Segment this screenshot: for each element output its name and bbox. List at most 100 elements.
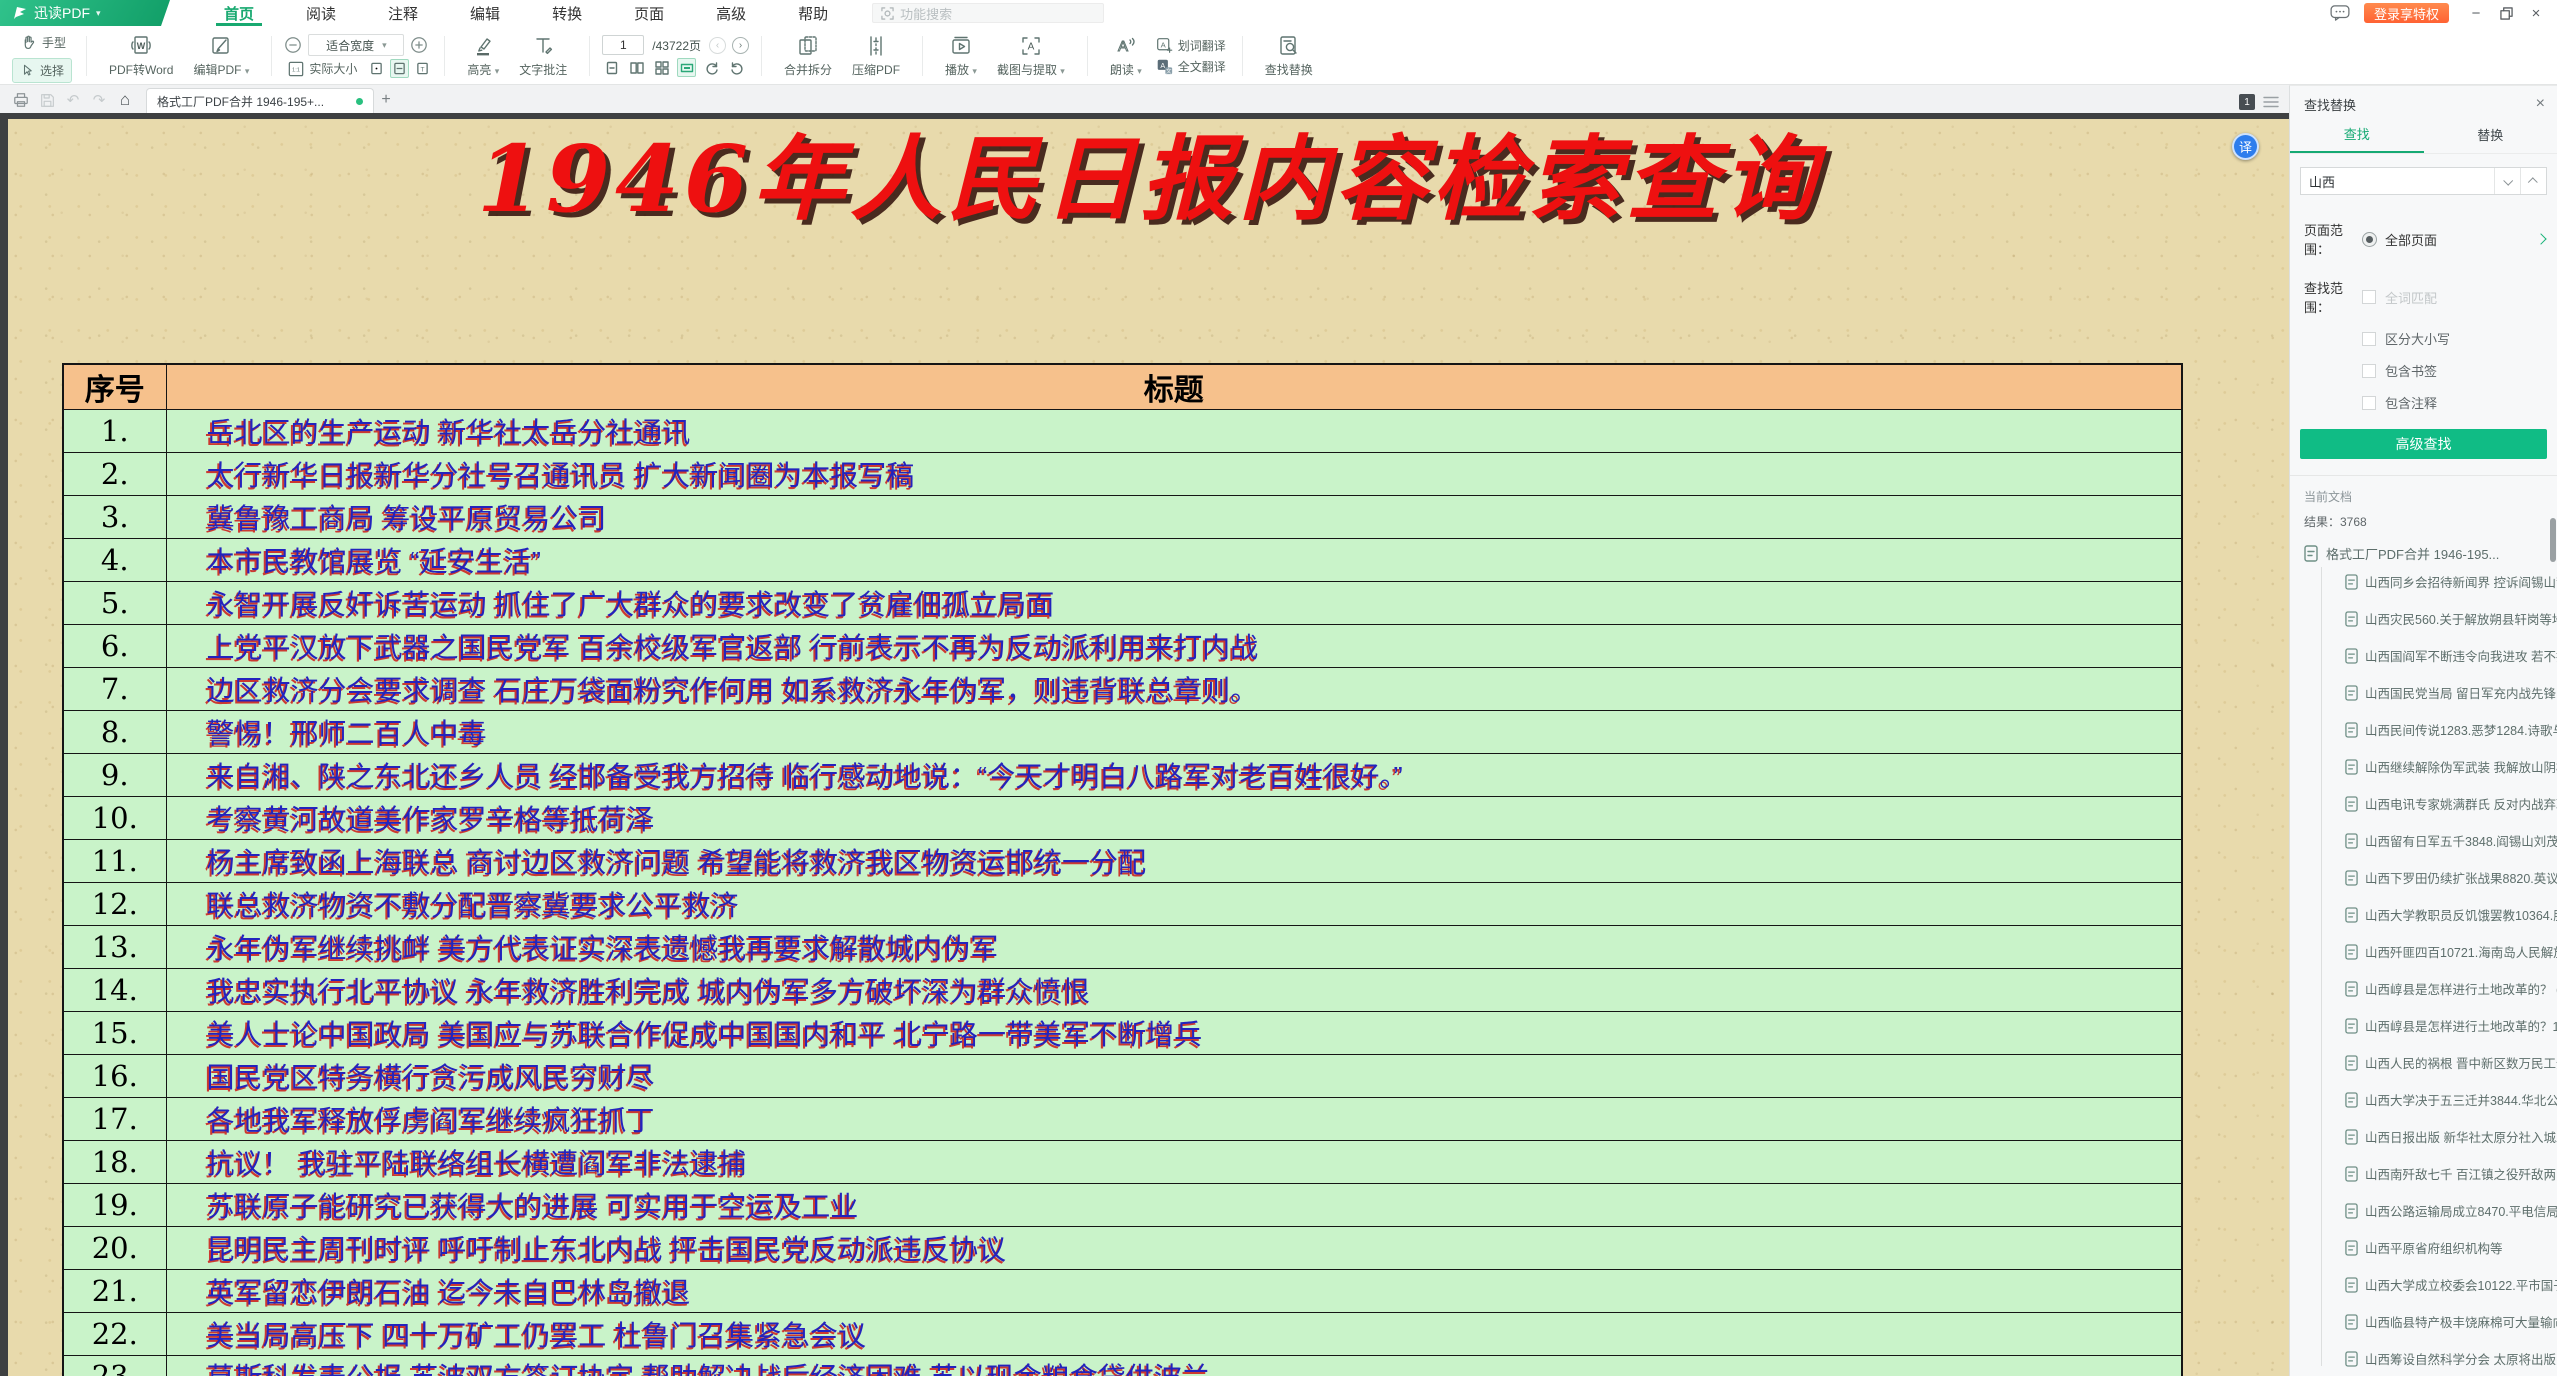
search-result-item[interactable]: 山西南歼敌七千 百江镇之役歼敌两团又	[2345, 1155, 2557, 1192]
document-viewport[interactable]: 1946年人民日报内容检索查询 序号 标题 1.	[0, 113, 2289, 1376]
search-result-label: 山西崞县是怎样进行土地改革的？134	[2365, 1016, 2557, 1035]
menu-tab-annotate[interactable]: 注释	[362, 0, 444, 26]
fit-page-mini-button[interactable]	[367, 59, 386, 78]
tab-find[interactable]: 查找	[2290, 116, 2424, 153]
menu-tab-advanced[interactable]: 高级	[690, 0, 772, 26]
find-input[interactable]: 山西	[2300, 167, 2547, 195]
zoom-out-icon[interactable]	[284, 36, 302, 54]
zoom-level-select[interactable]: 适合宽度▾	[308, 34, 404, 56]
search-result-item[interactable]: 山西国民党当局 留日军充内战先锋 已	[2345, 674, 2557, 711]
single-page-layout-button[interactable]	[602, 58, 621, 77]
whole-word-checkbox[interactable]	[2362, 290, 2376, 304]
app-logo[interactable]: 迅读PDF ▾	[0, 0, 170, 26]
search-result-item[interactable]: 山西大学教职员反饥饿罢教10364.胶	[2345, 896, 2557, 933]
search-result-item[interactable]: 山西留有日军五千3848.阎锡山刘茂恩	[2345, 822, 2557, 859]
search-result-item[interactable]: 山西筹设自然科学分会 太原将出版 “工	[2345, 1340, 2557, 1376]
read-aloud-button[interactable]: A 朗读 ▾	[1100, 32, 1152, 80]
redo-icon[interactable]: ↷	[86, 88, 112, 112]
message-icon[interactable]	[2330, 0, 2350, 26]
two-page-layout-button[interactable]	[627, 58, 646, 77]
document-icon	[2345, 1018, 2358, 1034]
merge-split-button[interactable]: 合并拆分	[774, 32, 842, 80]
print-icon[interactable]	[8, 88, 34, 112]
play-button[interactable]: 播放 ▾	[935, 32, 987, 80]
menu-tab-home[interactable]: 首页	[198, 0, 280, 26]
search-result-item[interactable]: 山西灾民560.关于解放朔县轩岗等地	[2345, 600, 2557, 637]
zoom-in-icon[interactable]	[410, 36, 428, 54]
search-result-item[interactable]: 山西日报出版 新华社太原分社入城发稿	[2345, 1118, 2557, 1155]
document-tab[interactable]: 格式工厂PDF合并 1946-195+...	[146, 88, 374, 113]
find-next-button[interactable]	[2494, 168, 2520, 194]
select-tool-button[interactable]: 选择	[12, 58, 72, 83]
sidebar-scrollbar-thumb[interactable]	[2550, 518, 2556, 562]
search-result-item[interactable]: 山西民间传说1283.恶梦1284.诗歌与	[2345, 711, 2557, 748]
undo-icon[interactable]: ↶	[60, 88, 86, 112]
fit-height-layout-button[interactable]	[677, 58, 696, 77]
menu-tab-page[interactable]: 页面	[608, 0, 690, 26]
search-result-item[interactable]: 山西崞县是怎样进行土地改革的？ (续	[2345, 970, 2557, 1007]
rotate-left-button[interactable]	[702, 58, 721, 77]
search-result-item[interactable]: 山西公路运输局成立8470.平电信局与	[2345, 1192, 2557, 1229]
hand-tool-button[interactable]: 手型	[12, 30, 74, 55]
menu-tab-help[interactable]: 帮助	[772, 0, 854, 26]
search-result-label: 山西人民的祸根 晋中新区数万民工全力	[2365, 1053, 2557, 1072]
panel-menu-icon[interactable]	[2263, 95, 2279, 109]
login-button[interactable]: 登录享特权	[2364, 3, 2449, 23]
prev-page-button[interactable]: ‹	[709, 37, 726, 54]
full-translate-button[interactable]: A文 全文翻译	[1152, 57, 1230, 76]
actual-size-button[interactable]: 1:1 实际大小	[284, 59, 361, 78]
pdf-to-word-button[interactable]: W PDF转Word	[99, 32, 183, 80]
search-result-item[interactable]: 山西崞县是怎样进行土地改革的？134	[2345, 1007, 2557, 1044]
include-bookmarks-checkbox[interactable]	[2362, 364, 2376, 378]
find-prev-button[interactable]	[2520, 168, 2546, 194]
advanced-find-button[interactable]: 高级查找	[2300, 429, 2547, 459]
function-search-input[interactable]: 功能搜索	[872, 3, 1104, 23]
search-result-item[interactable]: 山西同乡会招待新闻界 控诉阎锡山苛政	[2345, 563, 2557, 600]
all-pages-radio[interactable]	[2362, 232, 2377, 247]
tab-replace[interactable]: 替换	[2424, 116, 2557, 153]
search-result-item[interactable]: 山西大学成立校委会10122.平市国子监	[2345, 1266, 2557, 1303]
edit-pdf-button[interactable]: 编辑PDF ▾	[183, 32, 259, 80]
page-number-input[interactable]	[602, 35, 644, 55]
capture-extract-button[interactable]: A 截图与提取 ▾	[987, 32, 1075, 80]
page-range-expand-icon[interactable]	[2535, 233, 2546, 244]
search-result-item[interactable]: 山西临县特产极丰饶麻棉可大量输向城市	[2345, 1303, 2557, 1340]
search-result-item[interactable]: 山西人民的祸根 晋中新区数万民工全力	[2345, 1044, 2557, 1081]
results-root-item[interactable]: 格式工厂PDF合并 1946-195...	[2290, 543, 2557, 563]
search-result-item[interactable]: 山西继续解除伪军武装 我解放山阴杨方	[2345, 748, 2557, 785]
compress-pdf-button[interactable]: 压缩PDF	[842, 32, 910, 80]
close-button[interactable]: ×	[2523, 2, 2549, 24]
menu-tab-convert[interactable]: 转换	[526, 0, 608, 26]
search-result-item[interactable]: 山西大学决于五三迁并3844.华北公路	[2345, 1081, 2557, 1118]
restore-button[interactable]	[2493, 2, 2519, 24]
next-page-button[interactable]: ›	[732, 37, 749, 54]
menu-tab-read[interactable]: 阅读	[280, 0, 362, 26]
text-annotation-button[interactable]: 文字批注	[509, 32, 577, 80]
translate-float-button[interactable]: 译	[2232, 133, 2259, 160]
rotate-right-button[interactable]	[727, 58, 746, 77]
minimize-button[interactable]: −	[2463, 2, 2489, 24]
new-tab-button[interactable]: +	[374, 88, 398, 112]
search-result-item[interactable]: 山西下罗田仍续扩张战果8820.英议会	[2345, 859, 2557, 896]
save-icon[interactable]	[34, 88, 60, 112]
find-replace-button[interactable]: 查找替换	[1255, 32, 1323, 80]
include-annotations-checkbox[interactable]	[2362, 396, 2376, 410]
search-result-label: 山西电讯专家姚满群氏 反对内战弃职抵	[2365, 794, 2557, 813]
highlight-button[interactable]: 高亮 ▾	[457, 32, 509, 80]
grid-layout-button[interactable]	[652, 58, 671, 77]
thumbnail-panel-badge[interactable]: 1	[2239, 94, 2255, 110]
word-translate-button[interactable]: A 划词翻译	[1152, 36, 1230, 55]
menu-tab-edit[interactable]: 编辑	[444, 0, 526, 26]
search-result-item[interactable]: 山西国阎军不断违令向我进攻 若不撤退	[2345, 637, 2557, 674]
search-result-item[interactable]: 山西平原省府组织机构等	[2345, 1229, 2557, 1266]
search-result-item[interactable]: 山西歼匪四百10721.海南岛人民解放军	[2345, 933, 2557, 970]
fit-text-mini-button[interactable]: T	[413, 59, 432, 78]
search-result-item[interactable]: 山西电讯专家姚满群氏 反对内战弃职抵	[2345, 785, 2557, 822]
table-row: 10. 考察黄河故道美作家罗辛格等抵荷泽	[63, 796, 2182, 839]
fit-width-mini-button[interactable]	[390, 59, 409, 78]
case-sensitive-checkbox[interactable]	[2362, 332, 2376, 346]
document-icon	[2345, 907, 2358, 923]
case-sensitive-label: 区分大小写	[2385, 329, 2450, 348]
panel-close-icon[interactable]: ×	[2536, 95, 2545, 113]
home-icon[interactable]: ⌂	[112, 88, 138, 112]
